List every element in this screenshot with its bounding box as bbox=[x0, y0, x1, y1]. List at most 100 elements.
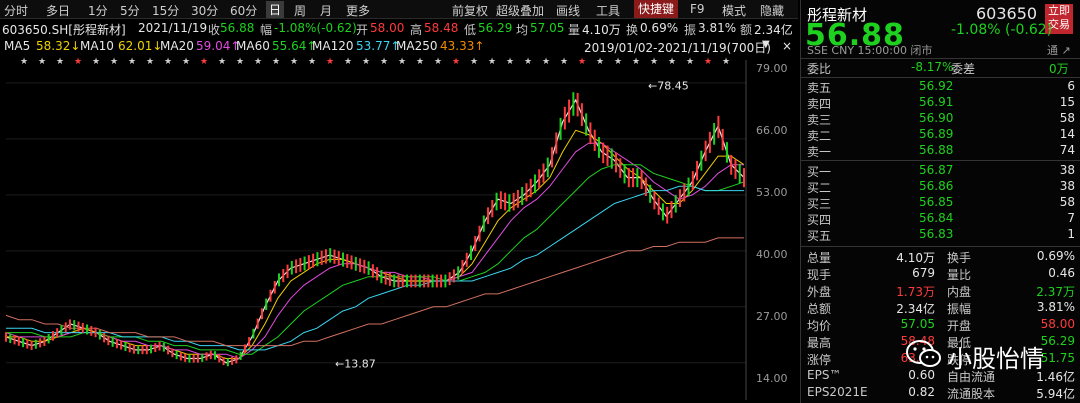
tab-duori[interactable]: 多日 bbox=[46, 2, 70, 19]
tab-week[interactable]: 周 bbox=[294, 2, 306, 19]
axis-tick: 40.00 bbox=[756, 248, 788, 261]
event-marker-icon[interactable]: ★ bbox=[560, 57, 568, 67]
event-marker-icon[interactable]: ★ bbox=[524, 57, 532, 67]
event-marker-icon[interactable]: ★ bbox=[488, 57, 496, 67]
event-marker-icon[interactable]: ★ bbox=[722, 57, 730, 67]
quote-info-bar: 603650.SH[彤程新材] 2021/11/19 收 56.88 幅 -1.… bbox=[0, 19, 798, 37]
event-marker-icon[interactable]: ★ bbox=[434, 57, 442, 67]
event-marker-icon[interactable]: ★ bbox=[452, 57, 460, 67]
f9-button[interactable]: F9 bbox=[690, 2, 705, 16]
row-price: 56.85 bbox=[919, 195, 954, 209]
tab-day[interactable]: 日 bbox=[266, 1, 285, 18]
high-annotation: ←78.45 bbox=[648, 79, 689, 92]
candle bbox=[713, 123, 716, 145]
event-marker-icon[interactable]: ★ bbox=[236, 57, 244, 67]
candle bbox=[380, 270, 383, 284]
candle bbox=[192, 354, 195, 363]
date-range[interactable]: 2019/01/02-2021/11/19(700日) bbox=[584, 39, 771, 56]
candle bbox=[316, 252, 319, 267]
event-marker-icon[interactable]: ★ bbox=[146, 57, 154, 67]
event-marker-icon[interactable]: ★ bbox=[92, 57, 100, 67]
candle bbox=[653, 191, 656, 210]
event-marker-icon[interactable]: ★ bbox=[686, 57, 694, 67]
amp-label: 振 bbox=[684, 23, 697, 37]
close-icon[interactable]: × bbox=[782, 39, 792, 53]
event-marker-icon[interactable]: ★ bbox=[614, 57, 622, 67]
candle bbox=[235, 355, 238, 364]
candle bbox=[585, 113, 588, 136]
tab-5min[interactable]: 5分 bbox=[120, 2, 140, 19]
event-marker-icon[interactable]: ★ bbox=[182, 57, 190, 67]
candle bbox=[410, 274, 413, 288]
candle bbox=[708, 131, 711, 153]
stat-label: 总量 bbox=[807, 251, 832, 265]
kline-chart[interactable]: ←78.45 ←13.87 ★ ★ ★ ★ ★ ★ ★ ★ ★ ★ ★ ★ ★ ★ ★ ★ ★ ★ ★ ★ ★ ★ ★ ★ ★ ★ ★ ★… bbox=[0, 56, 798, 403]
event-marker-icon[interactable]: ★ bbox=[272, 57, 280, 67]
candle bbox=[474, 235, 477, 252]
event-marker-icon[interactable]: ★ bbox=[254, 57, 262, 67]
event-marker-icon[interactable]: ★ bbox=[380, 57, 388, 67]
event-marker-icon[interactable]: ★ bbox=[290, 57, 298, 67]
event-marker-icon[interactable]: ★ bbox=[110, 57, 118, 67]
stat-label: 外盘 bbox=[807, 285, 832, 299]
candle bbox=[448, 272, 451, 286]
event-marker-icon[interactable]: ★ bbox=[218, 57, 226, 67]
forward-adjust-button[interactable]: 前复权 bbox=[452, 2, 488, 19]
tab-month[interactable]: 月 bbox=[320, 2, 332, 19]
stat-label: 最高 bbox=[807, 336, 832, 350]
stat-label: 均价 bbox=[807, 319, 832, 333]
event-marker-icon[interactable]: ★ bbox=[632, 57, 640, 67]
candle bbox=[555, 132, 558, 154]
event-marker-icon[interactable]: ★ bbox=[470, 57, 478, 67]
candle bbox=[640, 170, 643, 190]
event-marker-icon[interactable]: ★ bbox=[128, 57, 136, 67]
connect-icon[interactable]: 通 ↗ bbox=[1047, 42, 1071, 58]
event-marker-icon[interactable]: ★ bbox=[650, 57, 658, 67]
row-price: 56.83 bbox=[919, 227, 954, 241]
ask-row: 卖一 56.88 74 bbox=[801, 143, 1080, 159]
stat-row: 总量 4.10万 换手 0.69% bbox=[801, 249, 1080, 265]
draw-line-button[interactable]: 画线 bbox=[556, 2, 580, 19]
candle bbox=[423, 274, 426, 288]
event-marker-icon[interactable]: ★ bbox=[398, 57, 406, 67]
event-marker-icon[interactable]: ★ bbox=[506, 57, 514, 67]
ma250-label: MA250 bbox=[396, 39, 438, 53]
candle bbox=[363, 259, 366, 274]
ask-row: 卖二 56.89 14 bbox=[801, 127, 1080, 143]
tab-fenshi[interactable]: 分时 bbox=[4, 2, 28, 19]
event-marker-icon[interactable]: ★ bbox=[200, 57, 208, 67]
hotkey-button[interactable]: 快捷键 bbox=[634, 0, 679, 18]
event-marker-icon[interactable]: ★ bbox=[20, 57, 28, 67]
mode-button[interactable]: 模式 bbox=[722, 2, 746, 19]
candle bbox=[469, 245, 472, 260]
event-marker-icon[interactable]: ★ bbox=[56, 57, 64, 67]
overlay-button[interactable]: 超级叠加 bbox=[496, 2, 544, 19]
event-marker-icon[interactable]: ★ bbox=[74, 57, 82, 67]
event-marker-icon[interactable]: ★ bbox=[542, 57, 550, 67]
candle bbox=[376, 267, 379, 281]
event-marker-icon[interactable]: ★ bbox=[578, 57, 586, 67]
event-marker-icon[interactable]: ★ bbox=[38, 57, 46, 67]
tab-60min[interactable]: 60分 bbox=[230, 2, 257, 19]
candle bbox=[243, 344, 246, 354]
event-marker-icon[interactable]: ★ bbox=[344, 57, 352, 67]
range-dropdown-icon[interactable]: ▼ bbox=[762, 39, 770, 50]
candle bbox=[533, 174, 536, 194]
event-marker-icon[interactable]: ★ bbox=[704, 57, 712, 67]
tab-1min[interactable]: 1分 bbox=[88, 2, 108, 19]
event-marker-icon[interactable]: ★ bbox=[362, 57, 370, 67]
event-marker-icon[interactable]: ★ bbox=[308, 57, 316, 67]
candle bbox=[205, 352, 208, 361]
event-marker-icon[interactable]: ★ bbox=[668, 57, 676, 67]
tools-button[interactable]: 工具 bbox=[596, 2, 620, 19]
tab-30min[interactable]: 30分 bbox=[191, 2, 218, 19]
hide-button[interactable]: 隐藏 bbox=[760, 2, 784, 19]
event-marker-icon[interactable]: ★ bbox=[416, 57, 424, 67]
event-marker-icon[interactable]: ★ bbox=[326, 57, 334, 67]
tab-15min[interactable]: 15分 bbox=[152, 2, 179, 19]
candle bbox=[265, 298, 268, 310]
ma10-label: MA10 bbox=[80, 39, 114, 53]
tab-more[interactable]: 更多 bbox=[346, 2, 370, 19]
event-marker-icon[interactable]: ★ bbox=[164, 57, 172, 67]
event-marker-icon[interactable]: ★ bbox=[596, 57, 604, 67]
